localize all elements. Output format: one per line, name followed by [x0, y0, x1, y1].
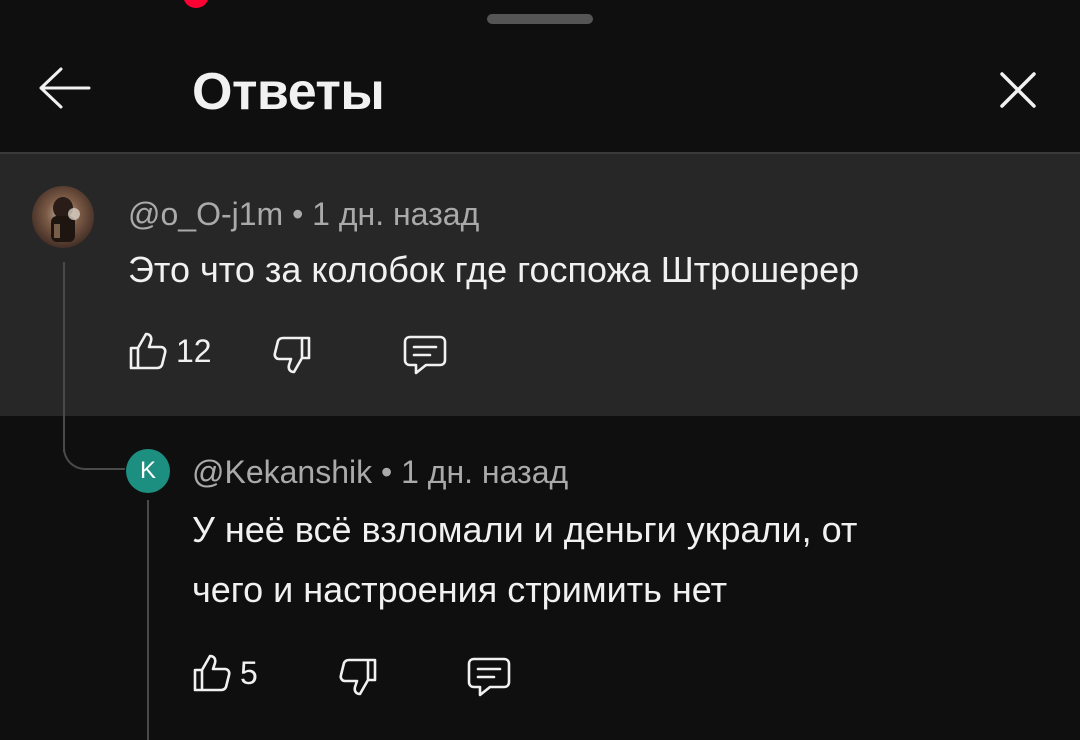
thumbs-up-icon — [129, 332, 167, 370]
like-button[interactable]: 5 — [190, 652, 258, 694]
thread-line — [147, 500, 149, 740]
avatar[interactable]: K — [126, 449, 170, 493]
user-avatar-image — [32, 186, 94, 248]
meta-separator: • — [381, 454, 402, 490]
avatar-letter: K — [139, 457, 156, 484]
back-button[interactable] — [32, 60, 96, 116]
thumbs-down-icon — [273, 336, 311, 374]
arrow-left-icon — [39, 67, 91, 109]
comment-icon — [467, 657, 511, 697]
reply-button[interactable] — [402, 334, 448, 376]
reply-button[interactable] — [466, 656, 512, 698]
comment-highlighted: @o_O-j1m • 1 дн. назад Это что за колобо… — [0, 154, 1080, 416]
thumbs-up-icon — [193, 654, 231, 692]
drag-handle[interactable] — [487, 14, 593, 24]
close-icon — [1000, 72, 1036, 108]
dislike-button[interactable] — [272, 334, 314, 376]
comment-text-line-2: чего и настроения стримить нет — [192, 569, 728, 610]
meta-separator: • — [292, 196, 313, 232]
comment-text: Это что за колобок где госпожа Штрошерер — [128, 249, 860, 290]
dislike-button[interactable] — [338, 656, 380, 698]
comment-time: 1 дн. назад — [312, 196, 480, 232]
comment-text-line-1: У неё всё взломали и деньги украли, от — [192, 509, 858, 550]
like-count: 5 — [240, 654, 258, 691]
notification-dot — [183, 0, 209, 8]
like-count: 12 — [176, 332, 212, 369]
page-title: Ответы — [192, 63, 385, 121]
close-button[interactable] — [988, 62, 1048, 118]
thumbs-down-icon — [339, 658, 377, 696]
replies-header: Ответы — [0, 40, 1080, 152]
comment-meta: @o_O-j1m • 1 дн. назад — [128, 196, 479, 233]
like-button[interactable]: 12 — [126, 330, 212, 372]
avatar[interactable] — [32, 186, 94, 248]
thread-connector — [63, 416, 125, 470]
comment-author[interactable]: @o_O-j1m — [128, 196, 283, 232]
comment-meta: @Kekanshik • 1 дн. назад — [192, 454, 568, 491]
comment-time: 1 дн. назад — [401, 454, 569, 490]
comment-author[interactable]: @Kekanshik — [192, 454, 372, 490]
comment-icon — [403, 335, 447, 375]
